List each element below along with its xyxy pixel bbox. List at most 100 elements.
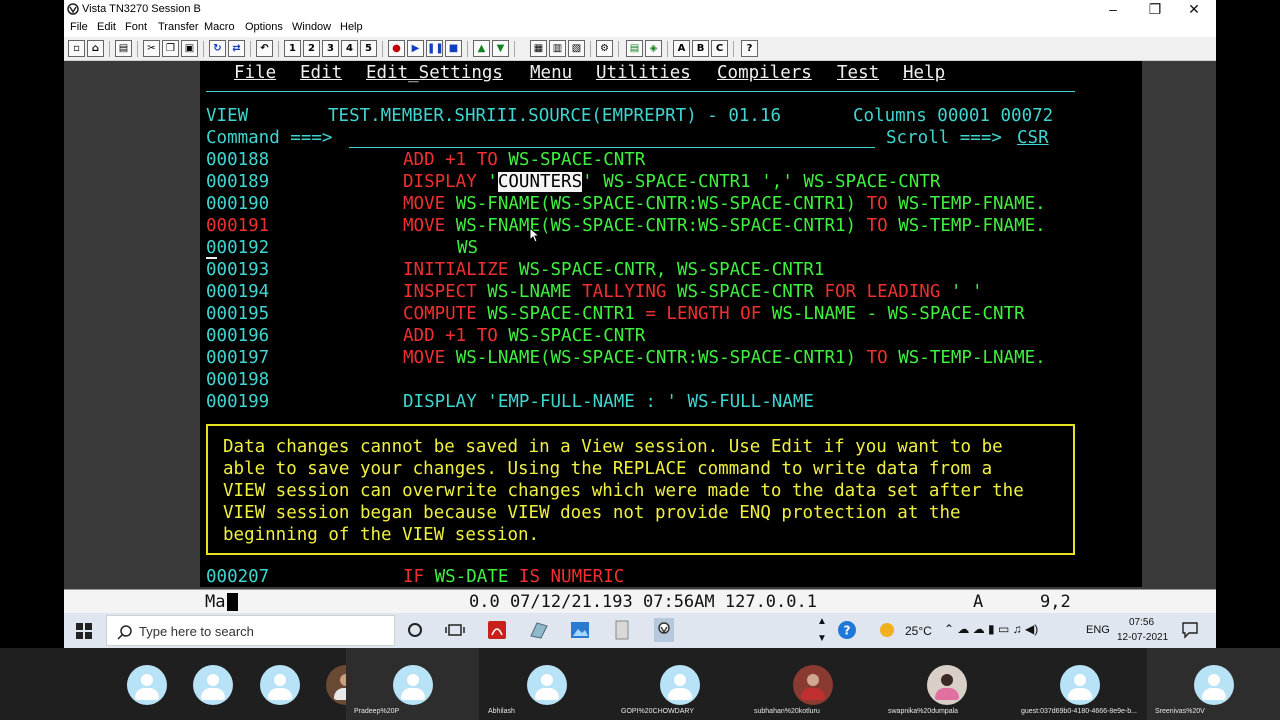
participant-tile[interactable]: guest:037d69b0-4180-4666-8e9e-b... — [1013, 648, 1146, 720]
paste-icon[interactable]: ▣ — [181, 40, 198, 57]
close-button[interactable]: ✕ — [1175, 0, 1213, 20]
meeting-participants-strip: Pradeep%20P Abhilash GOPI%20CHOWDARY sub… — [0, 648, 1280, 720]
participant-tile[interactable]: Sreenivas%20V — [1147, 648, 1280, 720]
menu-edit[interactable]: Edit — [97, 21, 116, 33]
menu-file[interactable]: File — [70, 21, 88, 33]
download-icon[interactable]: ▼ — [492, 40, 509, 57]
menu-macro[interactable]: Macro — [204, 21, 235, 33]
record-icon[interactable]: ● — [388, 40, 405, 57]
cortana-icon[interactable] — [403, 618, 427, 642]
source-code[interactable]: ADD +1 TO WS-SPACE-CNTR — [403, 325, 645, 347]
session-settings-icon[interactable]: ▦ — [530, 40, 547, 57]
source-code[interactable]: INITIALIZE WS-SPACE-CNTR, WS-SPACE-CNTR1 — [403, 259, 824, 281]
source-code[interactable]: INSPECT WS-LNAME TALLYING WS-SPACE-CNTR … — [403, 281, 983, 303]
menu-transfer[interactable]: Transfer — [158, 21, 199, 33]
source-code[interactable]: ADD +1 TO WS-SPACE-CNTR — [403, 149, 645, 171]
taskbar-search-box[interactable]: Type here to search — [106, 615, 395, 646]
play-icon[interactable]: ▶ — [407, 40, 424, 57]
tray-scroll-up-icon[interactable]: ▲ — [817, 616, 827, 627]
undo-icon[interactable]: ↶ — [256, 40, 273, 57]
ispf-menu-file[interactable]: File — [234, 62, 276, 84]
print-icon[interactable]: ▤ — [115, 40, 132, 57]
ispf-menu-compilers[interactable]: Compilers — [717, 62, 812, 84]
scroll-label: Scroll ===> — [886, 128, 1002, 148]
participant-name: Pradeep%20P — [354, 708, 400, 715]
upload-icon[interactable]: ▲ — [473, 40, 490, 57]
source-line: 000207 — [206, 567, 270, 587]
system-tray-icons[interactable]: ⌃ ☁ ☁ ▮ ▭ ♫ ◀) — [944, 622, 1038, 636]
display-settings-icon[interactable]: ▧ — [568, 40, 585, 57]
connect-icon[interactable]: ⇄ — [228, 40, 245, 57]
clock-time[interactable]: 07:56 — [1129, 617, 1154, 628]
photos-icon[interactable] — [568, 618, 592, 642]
source-code[interactable]: MOVE WS-LNAME(WS-SPACE-CNTR:WS-SPACE-CNT… — [403, 347, 1046, 369]
source-code[interactable]: IF WS-DATE IS NUMERIC — [403, 566, 624, 587]
options-icon[interactable]: ⚙ — [596, 40, 613, 57]
session-c-button[interactable]: C — [711, 40, 728, 57]
participant-name: Sreenivas%20V — [1155, 708, 1205, 715]
macro-3-button[interactable]: 3 — [322, 40, 339, 57]
notes-icon[interactable]: ▤ — [626, 40, 643, 57]
capture-icon[interactable]: ◈ — [645, 40, 662, 57]
cut-icon[interactable]: ✂ — [143, 40, 160, 57]
menu-help[interactable]: Help — [340, 21, 363, 33]
message-line: VIEW session began because VIEW does not… — [223, 503, 961, 523]
scroll-amount-input[interactable]: CSR — [1017, 127, 1049, 149]
ispf-menu-edit-settings[interactable]: Edit_Settings — [366, 62, 503, 84]
app-icon[interactable] — [527, 618, 551, 642]
menu-font[interactable]: Font — [125, 21, 147, 33]
ispf-menu-edit[interactable]: Edit — [300, 62, 342, 84]
file-icon[interactable] — [610, 618, 634, 642]
source-code[interactable]: COMPUTE WS-SPACE-CNTR1 = LENGTH OF WS-LN… — [403, 303, 1025, 325]
source-code[interactable]: DISPLAY 'EMP-FULL-NAME : ' WS-FULL-NAME — [403, 391, 814, 413]
session-a-button[interactable]: A — [673, 40, 690, 57]
macro-1-button[interactable]: 1 — [284, 40, 301, 57]
task-view-icon[interactable] — [443, 618, 467, 642]
ispf-menu-help[interactable]: Help — [903, 62, 945, 84]
ispf-menu-test[interactable]: Test — [837, 62, 879, 84]
windows-start-icon[interactable] — [76, 623, 92, 639]
source-line: 000196 — [206, 326, 270, 346]
participant-tile[interactable]: GOPI%20CHOWDARY — [613, 648, 746, 720]
notification-icon[interactable] — [1181, 621, 1199, 639]
open-folder-icon[interactable]: ⌂ — [87, 40, 104, 57]
source-code[interactable]: MOVE WS-FNAME(WS-SPACE-CNTR:WS-SPACE-CNT… — [403, 215, 1046, 237]
ispf-menu-menu[interactable]: Menu — [530, 62, 572, 84]
stop-icon[interactable]: ■ — [445, 40, 462, 57]
restore-button[interactable]: ❐ — [1136, 0, 1174, 20]
source-line: 000188 — [206, 150, 270, 170]
pause-icon[interactable]: ❚❚ — [426, 40, 444, 57]
participant-tile[interactable]: subhahan%20kotluru — [746, 648, 879, 720]
command-input[interactable] — [349, 147, 875, 148]
terminal-app-icon[interactable] — [652, 618, 676, 642]
macro-2-button[interactable]: 2 — [303, 40, 320, 57]
participant-name: Abhilash — [488, 708, 515, 715]
help-circle-icon[interactable]: ? — [835, 618, 859, 642]
session-b-button[interactable]: B — [692, 40, 709, 57]
language-indicator[interactable]: ENG — [1086, 624, 1110, 636]
keyboard-map-icon[interactable]: ▥ — [549, 40, 566, 57]
pdf-reader-icon[interactable] — [485, 618, 509, 642]
ispf-menu-utilities[interactable]: Utilities — [596, 62, 691, 84]
macro-5-button[interactable]: 5 — [360, 40, 377, 57]
macro-4-button[interactable]: 4 — [341, 40, 358, 57]
toolbar-separator — [667, 41, 668, 57]
refresh-icon[interactable]: ↻ — [209, 40, 226, 57]
message-line: VIEW session can overwrite changes which… — [223, 481, 1024, 501]
menu-options[interactable]: Options — [245, 21, 283, 33]
new-session-icon[interactable]: ▫ — [68, 40, 85, 57]
copy-icon[interactable]: ❐ — [162, 40, 179, 57]
source-code[interactable]: WS — [457, 237, 478, 259]
menu-window[interactable]: Window — [292, 21, 331, 33]
participant-tile[interactable]: Abhilash — [480, 648, 613, 720]
clock-date[interactable]: 12-07-2021 — [1117, 632, 1168, 643]
help-button[interactable]: ? — [741, 40, 758, 57]
terminal-screen[interactable]: File Edit Edit_Settings Menu Utilities C… — [200, 61, 1142, 587]
participant-tile[interactable]: Pradeep%20P — [346, 648, 479, 720]
source-code[interactable]: MOVE WS-FNAME(WS-SPACE-CNTR:WS-SPACE-CNT… — [403, 193, 1046, 215]
participant-tile[interactable]: swapnika%20dumpala — [880, 648, 1013, 720]
tray-scroll-down-icon[interactable]: ▼ — [817, 633, 827, 644]
source-code[interactable]: DISPLAY 'COUNTERS' WS-SPACE-CNTR1 ',' WS… — [403, 171, 940, 193]
cursor-position: 9,2 — [1040, 592, 1071, 612]
minimize-button[interactable]: – — [1094, 0, 1132, 20]
